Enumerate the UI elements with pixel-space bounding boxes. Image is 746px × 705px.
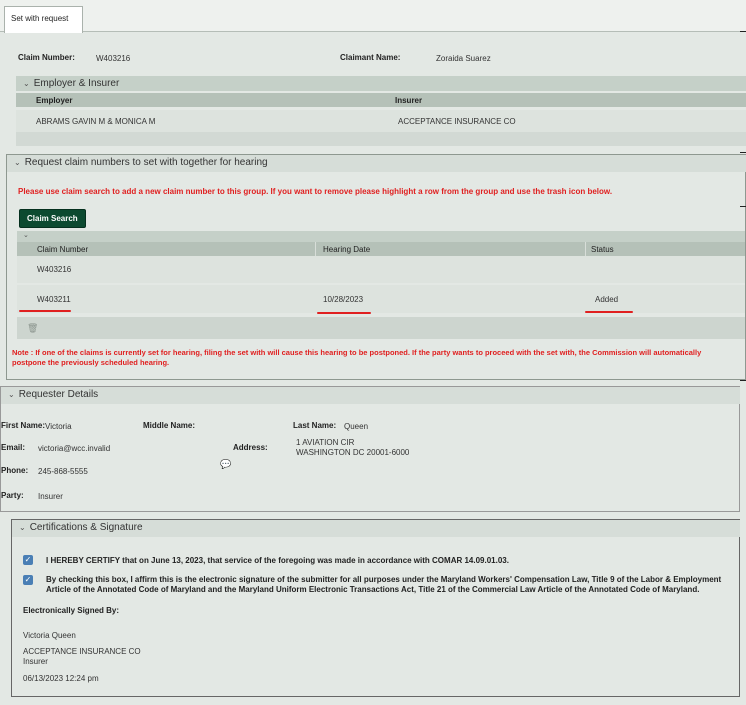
claims-column-header: Claim Number Hearing Date Status bbox=[17, 242, 745, 256]
section-title: Request claim numbers to set with togeth… bbox=[24, 157, 268, 168]
insurer-cell: ACCEPTANCE INSURANCE CO bbox=[398, 117, 516, 126]
signature-checkbox[interactable]: ✓ bbox=[23, 575, 33, 585]
table-row[interactable]: W403216 bbox=[17, 256, 745, 283]
col-claim-number: Claim Number bbox=[37, 245, 89, 254]
col-status: Status bbox=[591, 245, 614, 254]
col-employer: Employer bbox=[36, 96, 73, 105]
edge-mark bbox=[740, 380, 746, 381]
party-value: Insurer bbox=[38, 492, 63, 501]
claim-number-label: Claim Number: bbox=[18, 53, 75, 62]
chevron-down-icon: ⌄ bbox=[23, 232, 29, 239]
claim-number-value: W403216 bbox=[96, 54, 131, 63]
edge-mark bbox=[740, 206, 746, 207]
phone-label: Phone: bbox=[1, 466, 29, 475]
certifications-header[interactable]: ⌄ Certifications & Signature bbox=[12, 520, 740, 537]
requester-details-section: ⌄ Requester Details First Name: Victoria … bbox=[0, 386, 740, 512]
col-divider bbox=[585, 242, 586, 256]
chevron-down-icon: ⌄ bbox=[14, 158, 21, 167]
last-name-label: Last Name: bbox=[293, 421, 337, 430]
signed-by-label: Electronically Signed By: bbox=[23, 606, 120, 615]
status-cell: Added bbox=[595, 295, 619, 304]
request-claims-header[interactable]: ⌄ Request claim numbers to set with toget… bbox=[7, 155, 746, 172]
first-name-label: First Name: bbox=[1, 421, 46, 430]
claimant-name-value: Zoraida Suarez bbox=[436, 54, 491, 63]
table-row[interactable]: ABRAMS GAVIN M & MONICA M ACCEPTANCE INS… bbox=[16, 110, 746, 132]
claimant-name-label: Claimant Name: bbox=[340, 53, 401, 62]
middle-name-label: Middle Name: bbox=[143, 421, 196, 430]
party-label: Party: bbox=[1, 491, 24, 500]
claim-cell: W403216 bbox=[37, 265, 72, 274]
first-name-value: Victoria bbox=[45, 422, 72, 431]
table-toolbar: 🗑 bbox=[17, 317, 745, 339]
edge-mark bbox=[740, 152, 746, 153]
employer-insurer-column-header: Employer Insurer bbox=[16, 93, 746, 107]
comment-icon[interactable]: 💬 bbox=[220, 459, 231, 470]
claim-cell: W403211 bbox=[37, 295, 71, 304]
address-line2: WASHINGTON DC 20001-6000 bbox=[296, 448, 410, 457]
table-row[interactable]: W403211 10/28/2023 Added bbox=[17, 285, 745, 313]
email-label: Email: bbox=[1, 443, 26, 452]
signature-text-line1: By checking this box, I affirm this is t… bbox=[46, 575, 722, 584]
signer-company: ACCEPTANCE INSURANCE CO bbox=[23, 647, 141, 656]
employer-cell: ABRAMS GAVIN M & MONICA M bbox=[36, 117, 156, 126]
employer-insurer-header[interactable]: ⌄ Employer & Insurer bbox=[16, 76, 746, 91]
section-title: Certifications & Signature bbox=[29, 522, 143, 533]
tab-bar: Set with request bbox=[0, 0, 746, 33]
requester-header[interactable]: ⌄ Requester Details bbox=[1, 387, 740, 404]
col-divider bbox=[315, 242, 316, 256]
tab-set-with-request[interactable]: Set with request bbox=[4, 6, 83, 33]
table-footer bbox=[16, 132, 746, 146]
section-title: Employer & Insurer bbox=[33, 78, 120, 89]
annotation-underline bbox=[19, 310, 71, 312]
hearing-date-cell: 10/28/2023 bbox=[323, 295, 364, 304]
col-insurer: Insurer bbox=[395, 96, 423, 105]
phone-value: 245-868-5555 bbox=[38, 467, 88, 476]
email-value: victoria@wcc.invalid bbox=[38, 444, 111, 453]
chevron-down-icon: ⌄ bbox=[19, 523, 26, 532]
annotation-underline bbox=[585, 311, 633, 313]
instruction-text: Please use claim search to add a new cla… bbox=[18, 187, 613, 196]
annotation-underline bbox=[317, 312, 371, 314]
request-claims-section: ⌄ Request claim numbers to set with toget… bbox=[6, 154, 746, 380]
group-toggle-bar[interactable]: ⌄ bbox=[17, 231, 745, 242]
chevron-down-icon: ⌄ bbox=[23, 79, 30, 88]
last-name-value: Queen bbox=[344, 422, 369, 431]
signature-text-line2: Article of the Annotated Code of Marylan… bbox=[46, 585, 700, 594]
postpone-note: Note : If one of the claims is currently… bbox=[12, 348, 702, 367]
address-line1: 1 AVIATION CIR bbox=[296, 438, 355, 447]
certify-text: I HEREBY CERTIFY that on June 13, 2023, … bbox=[46, 556, 509, 565]
col-hearing-date: Hearing Date bbox=[323, 245, 371, 254]
certifications-section: ⌄ Certifications & Signature ✓ I HEREBY C… bbox=[11, 519, 740, 697]
certify-checkbox[interactable]: ✓ bbox=[23, 555, 33, 565]
address-label: Address: bbox=[233, 443, 268, 452]
employer-insurer-section: ⌄ Employer & Insurer Employer Insurer ABR… bbox=[16, 76, 746, 146]
edge-mark bbox=[740, 31, 746, 32]
signer-name: Victoria Queen bbox=[23, 631, 76, 640]
claim-search-button[interactable]: Claim Search bbox=[19, 209, 86, 228]
chevron-down-icon: ⌄ bbox=[8, 390, 15, 399]
section-title: Requester Details bbox=[18, 389, 99, 400]
signed-datetime: 06/13/2023 12:24 pm bbox=[23, 674, 99, 683]
trash-icon[interactable]: 🗑 bbox=[27, 323, 38, 334]
signer-role: Insurer bbox=[23, 657, 48, 666]
